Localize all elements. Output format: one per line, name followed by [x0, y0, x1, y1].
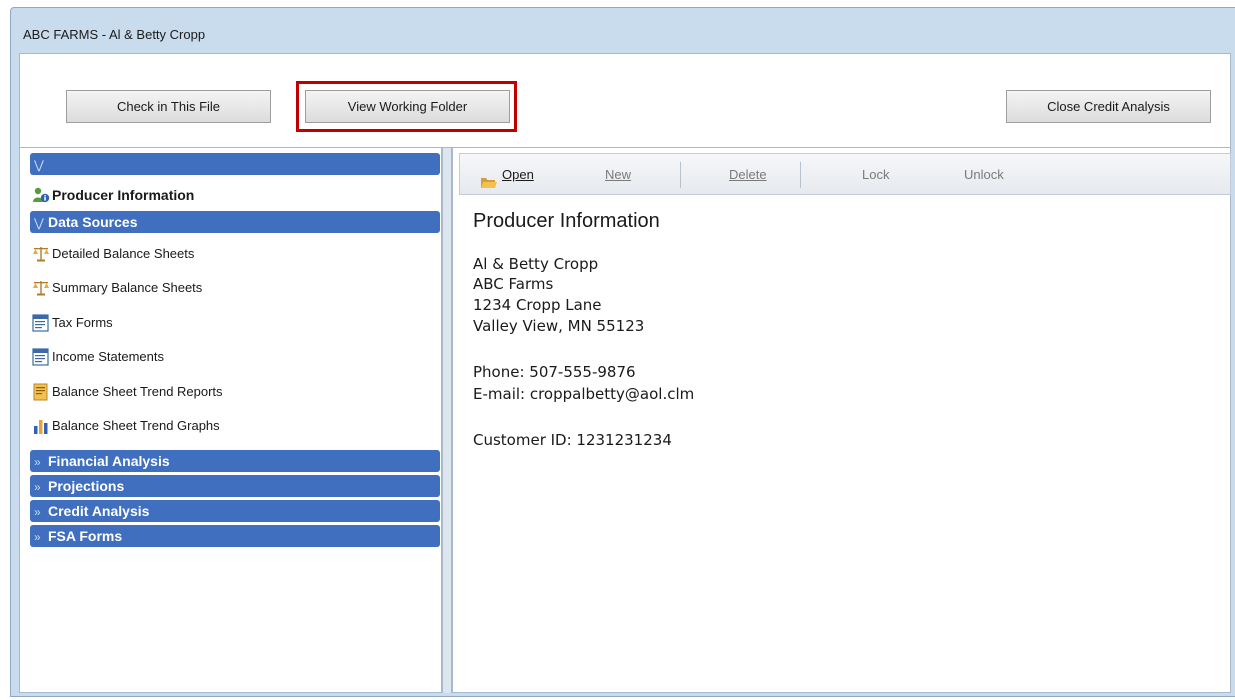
close-credit-analysis-button[interactable]: Close Credit Analysis — [1006, 90, 1211, 123]
window-title: ABC FARMS - Al & Betty Cropp — [23, 27, 206, 42]
content-pane: Open New Delete Lock Unlock Producer Inf… — [452, 148, 1231, 693]
nav-group-label: Projections — [48, 478, 125, 494]
scale-icon — [32, 279, 50, 297]
app-window: ABC FARMS - Al & Betty Cropp Check in Th… — [10, 7, 1235, 697]
company-name: ABC Farms — [473, 275, 554, 293]
nav-group-data-sources[interactable]: ⋁ Data Sources — [30, 211, 440, 233]
top-action-panel: Check in This File View Working Folder C… — [19, 53, 1231, 148]
producer-info-icon — [32, 186, 50, 204]
pane-splitter[interactable] — [442, 148, 452, 693]
toolbar-separator — [680, 162, 681, 188]
city-state-zip: Valley View, MN 55123 — [473, 317, 645, 335]
customer-id: Customer ID: 1231231234 — [473, 431, 672, 449]
nav-item-producer-information[interactable]: Producer Information — [32, 183, 194, 207]
form-icon — [32, 348, 50, 366]
lock-button[interactable]: Lock — [862, 154, 889, 196]
nav-group-fsa-forms[interactable]: » FSA Forms — [30, 525, 440, 547]
nav-item-label: Balance Sheet Trend Graphs — [52, 418, 220, 433]
nav-item-income-statements[interactable]: Income Statements — [32, 345, 164, 369]
nav-group-projections[interactable]: » Projections — [30, 475, 440, 497]
open-label: Open — [502, 167, 534, 182]
new-button[interactable]: New — [605, 154, 631, 196]
street-address: 1234 Cropp Lane — [473, 296, 602, 314]
chevron-right-icon: » — [34, 530, 41, 544]
nav-item-label: Tax Forms — [52, 315, 113, 330]
email-address: E-mail: croppalbetty@aol.clm — [473, 385, 695, 403]
producer-name: Al & Betty Cropp — [473, 255, 599, 273]
toolbar-separator — [800, 162, 801, 188]
nav-item-balance-sheet-trend-graphs[interactable]: Balance Sheet Trend Graphs — [32, 414, 220, 438]
nav-item-detailed-balance-sheets[interactable]: Detailed Balance Sheets — [32, 242, 194, 266]
folder-open-icon — [480, 166, 498, 188]
bar-chart-icon — [32, 417, 50, 435]
view-working-folder-button[interactable]: View Working Folder — [305, 90, 510, 123]
chevron-right-icon: » — [34, 455, 41, 469]
content-toolbar: Open New Delete Lock Unlock — [459, 153, 1231, 195]
page-title: Producer Information — [473, 210, 660, 232]
nav-item-label: Income Statements — [52, 349, 164, 364]
report-icon — [32, 383, 50, 401]
scale-icon — [32, 245, 50, 263]
nav-group-label: Financial Analysis — [48, 453, 170, 469]
chevron-right-icon: » — [34, 505, 41, 519]
nav-top-collapse-bar[interactable]: ⋁ — [30, 153, 440, 175]
nav-item-label: Balance Sheet Trend Reports — [52, 384, 223, 399]
chevron-right-icon: » — [34, 480, 41, 494]
form-icon — [32, 314, 50, 332]
nav-group-credit-analysis[interactable]: » Credit Analysis — [30, 500, 440, 522]
navigation-pane: ⋁ Producer Information ⋁ Data Sources De… — [19, 148, 442, 693]
unlock-button[interactable]: Unlock — [964, 154, 1004, 196]
nav-item-balance-sheet-trend-reports[interactable]: Balance Sheet Trend Reports — [32, 380, 223, 404]
chevron-down-icon: ⋁ — [34, 158, 44, 172]
nav-group-financial-analysis[interactable]: » Financial Analysis — [30, 450, 440, 472]
open-button[interactable]: Open — [480, 154, 534, 196]
nav-item-label: Detailed Balance Sheets — [52, 246, 195, 261]
nav-item-tax-forms[interactable]: Tax Forms — [32, 311, 113, 335]
nav-item-label: Producer Information — [52, 187, 195, 203]
nav-item-label: Summary Balance Sheets — [52, 280, 203, 295]
nav-group-label: Data Sources — [48, 214, 138, 230]
check-in-file-button[interactable]: Check in This File — [66, 90, 271, 123]
nav-group-label: Credit Analysis — [48, 503, 150, 519]
nav-group-label: FSA Forms — [48, 528, 123, 544]
delete-button[interactable]: Delete — [729, 154, 767, 196]
chevron-down-icon: ⋁ — [34, 216, 44, 230]
nav-item-summary-balance-sheets[interactable]: Summary Balance Sheets — [32, 276, 202, 300]
phone-number: Phone: 507-555-9876 — [473, 363, 636, 381]
